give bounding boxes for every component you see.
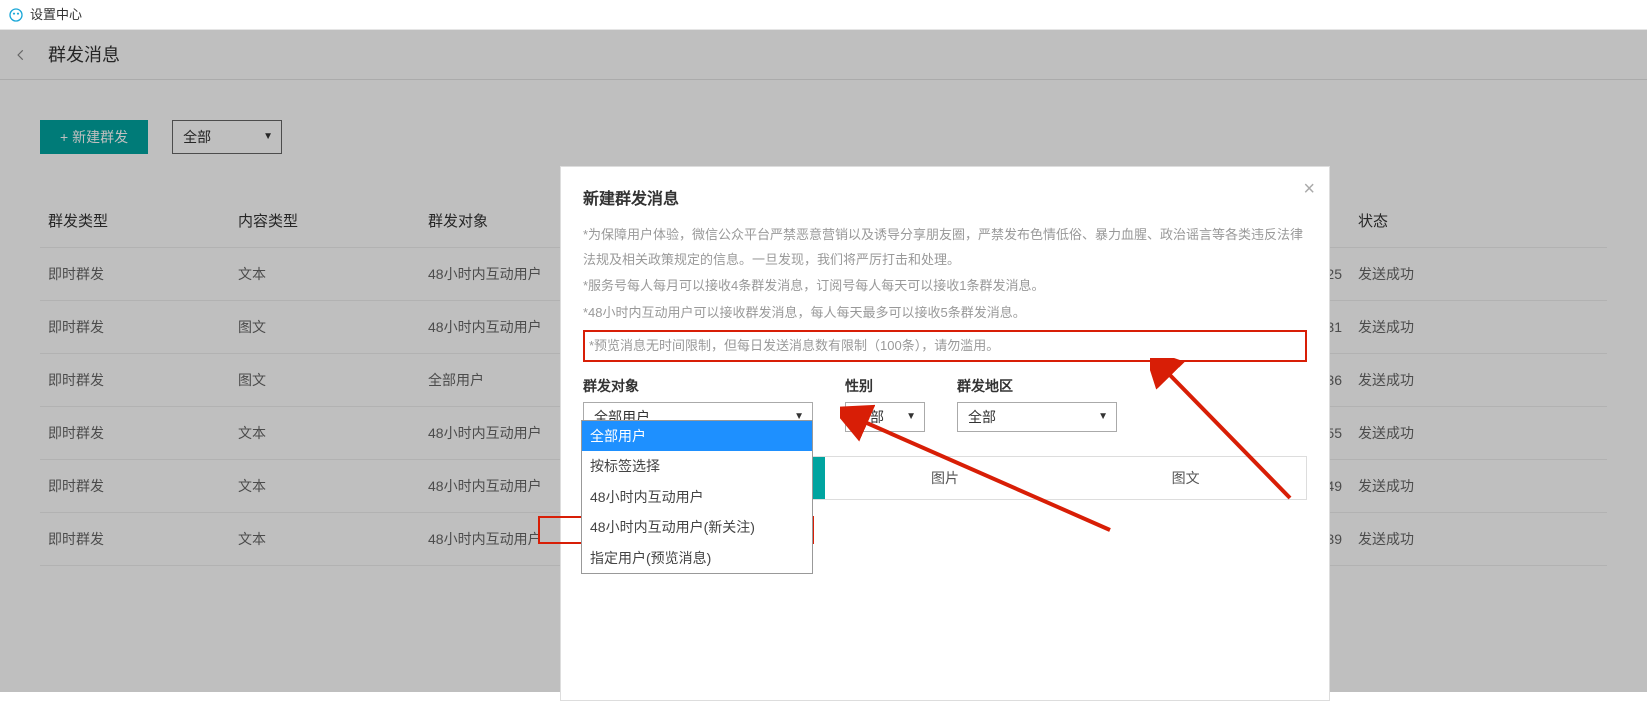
dropdown-opt-preview[interactable]: 指定用户(预览消息) [582, 543, 812, 573]
modal-note-3: *48小时内互动用户可以接收群发消息，每人每天最多可以接收5条群发消息。 [583, 301, 1307, 326]
dropdown-opt-all[interactable]: 全部用户 [582, 421, 812, 451]
window-titlebar: 设置中心 [0, 0, 1647, 30]
field-region-label: 群发地区 [957, 376, 1117, 396]
highlight-box-note4: *预览消息无时间限制，但每日发送消息数有限制（100条），请勿滥用。 [583, 330, 1307, 363]
target-dropdown: 全部用户 按标签选择 48小时内互动用户 48小时内互动用户(新关注) 指定用户… [581, 420, 813, 574]
region-select[interactable]: 全部 [957, 402, 1117, 432]
tab-image[interactable]: 图片 [825, 457, 1066, 499]
dropdown-opt-48h[interactable]: 48小时内互动用户 [582, 482, 812, 512]
gender-select[interactable]: 全部 [845, 402, 925, 432]
modal-note-2: *服务号每人每月可以接收4条群发消息，订阅号每人每天可以接收1条群发消息。 [583, 274, 1307, 299]
modal-note-4: *预览消息无时间限制，但每日发送消息数有限制（100条），请勿滥用。 [589, 334, 1301, 359]
modal-note-1: *为保障用户体验，微信公众平台严禁恶意营销以及诱导分享朋友圈，严禁发布色情低俗、… [583, 223, 1307, 272]
field-gender-label: 性别 [845, 376, 925, 396]
app-icon [8, 7, 24, 23]
region-select-value: 全部 [968, 409, 996, 425]
window-title: 设置中心 [30, 0, 82, 30]
dropdown-opt-48h-new[interactable]: 48小时内互动用户(新关注) [582, 512, 812, 542]
tab-news[interactable]: 图文 [1065, 457, 1306, 499]
modal-title: 新建群发消息 [583, 185, 1307, 209]
field-target-label: 群发对象 [583, 376, 813, 396]
field-gender: 性别 全部 [845, 376, 925, 432]
modal-close-button[interactable]: × [1303, 179, 1315, 199]
field-region: 群发地区 全部 [957, 376, 1117, 432]
gender-select-value: 全部 [856, 409, 884, 425]
dropdown-opt-tag[interactable]: 按标签选择 [582, 451, 812, 481]
